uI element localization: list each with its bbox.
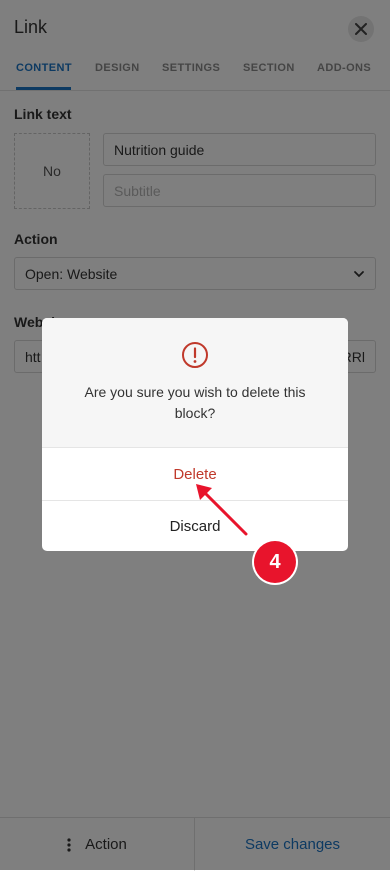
annotation-arrow-icon	[196, 484, 248, 536]
dialog-body: Are you sure you wish to delete this blo…	[42, 318, 348, 448]
warning-icon	[182, 342, 208, 368]
dialog-message: Are you sure you wish to delete this blo…	[84, 384, 306, 421]
step-number-badge: 4	[254, 541, 296, 583]
